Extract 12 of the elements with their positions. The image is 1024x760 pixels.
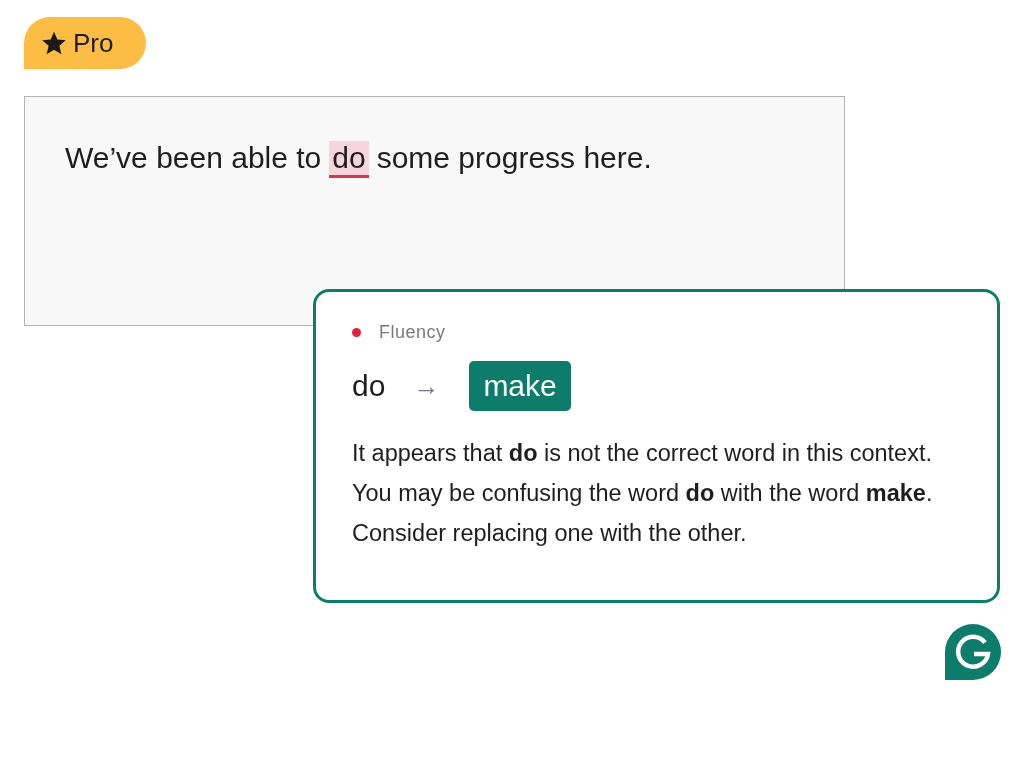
editor-text: some progress here. [376,141,652,176]
arrow-icon: → [413,370,440,402]
status-dot [352,328,361,337]
original-word: do [352,369,386,403]
replacement-button[interactable]: make [469,361,571,411]
logo-icon [945,624,1001,680]
explanation-text: It appears that do is not the correct word in this context. You may be confusing the word do with the word make. Consider replacing one with the other. [352,439,934,548]
editor-text: We’ve been able to [65,141,322,176]
badge-label: Pro [73,27,114,59]
flagged-word[interactable]: do [329,141,369,178]
star-icon [41,30,67,56]
text-editor[interactable]: We’ve been able to do some progress here. [24,96,845,326]
